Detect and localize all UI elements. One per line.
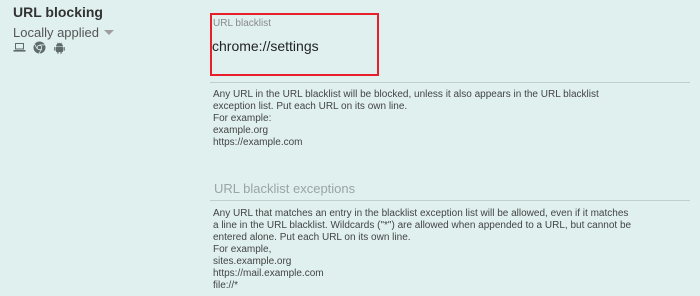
blacklist-field-label: URL blacklist xyxy=(213,18,271,29)
setting-title: URL blocking xyxy=(13,4,103,20)
exceptions-field-underline xyxy=(210,200,690,201)
description-line: sites.example.org xyxy=(213,256,292,267)
scope-dropdown[interactable]: Locally applied xyxy=(13,23,115,41)
description-line: For example, xyxy=(213,244,272,255)
blacklist-input[interactable] xyxy=(212,38,372,54)
exceptions-description: Any URL that matches an entry in the bla… xyxy=(213,208,631,292)
description-line: https://example.com xyxy=(213,137,303,148)
platform-icons xyxy=(13,41,73,54)
laptop-icon xyxy=(13,41,26,54)
description-line: Any URL in the URL blacklist will be blo… xyxy=(213,89,599,100)
description-line: example.org xyxy=(213,125,269,136)
exceptions-field-title[interactable]: URL blacklist exceptions xyxy=(214,181,355,196)
description-line: file://* xyxy=(213,280,239,291)
blacklist-field-underline xyxy=(210,82,690,83)
description-line: For example: xyxy=(213,113,272,124)
setting-body: URL blacklist Any URL in the URL blackli… xyxy=(204,0,700,296)
android-icon xyxy=(53,41,66,54)
description-line: entered alone. Put each URL on its own l… xyxy=(213,232,411,243)
description-line: a line in the URL blacklist. Wildcards (… xyxy=(213,220,632,231)
setting-header: URL blocking Locally applied xyxy=(0,0,190,296)
description-line: https://mail.example.com xyxy=(213,268,324,279)
description-line: Any URL that matches an entry in the bla… xyxy=(213,208,629,219)
blacklist-description: Any URL in the URL blacklist will be blo… xyxy=(213,89,599,149)
chrome-icon xyxy=(33,41,46,54)
scope-label: Locally applied xyxy=(13,24,100,40)
description-line: exception list. Put each URL on its own … xyxy=(213,101,408,112)
caret-down-icon xyxy=(104,30,115,35)
